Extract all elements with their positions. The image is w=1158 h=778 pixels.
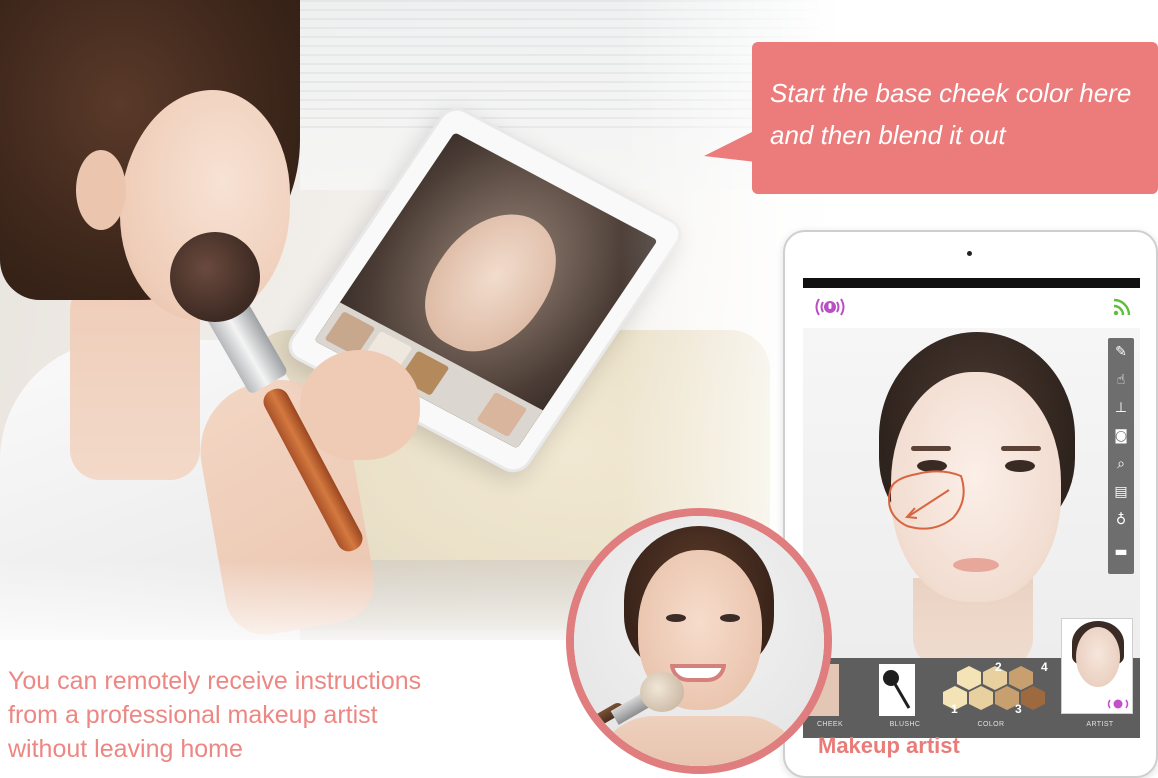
tagline-line: from a professional makeup artist <box>8 701 378 729</box>
woman-ear <box>76 150 126 230</box>
status-bar <box>803 278 1140 288</box>
stamp-icon[interactable]: ⊥ <box>1111 398 1131 418</box>
broadcast-icon[interactable] <box>813 295 847 319</box>
microphone-icon[interactable]: ♁ <box>1111 510 1131 530</box>
swatch-number: 1 <box>951 702 958 716</box>
artist-mic-icon <box>1107 699 1129 709</box>
makeup-artist-caption: Makeup artist <box>818 733 960 758</box>
makeup-circle-photo <box>566 508 832 774</box>
gallery-icon[interactable]: ▤ <box>1111 482 1131 502</box>
hand-icon[interactable]: ☝ <box>1111 370 1131 390</box>
handheld-thumb <box>476 391 528 438</box>
circle-eye <box>666 614 686 622</box>
brush-icon[interactable]: ✎ <box>1111 342 1131 362</box>
tagline: You can remotely receive instructions fr… <box>8 664 588 766</box>
artist-thumbnail[interactable] <box>1061 618 1133 714</box>
camera-icon[interactable]: ◙ <box>1111 426 1131 446</box>
circle-eye <box>720 614 740 622</box>
folder-icon[interactable]: ▬ <box>1111 542 1131 562</box>
cheek-guide-annotation <box>888 470 965 530</box>
ipad-camera <box>967 251 972 256</box>
swatch-number: 4 <box>1041 660 1048 674</box>
label-artist: ARTIST <box>1086 721 1114 728</box>
circle-shoulder <box>594 716 804 766</box>
search-icon[interactable]: ⌕ <box>1111 454 1131 474</box>
tagline-line: without leaving home <box>8 735 243 763</box>
tool-rail: ✎ ☝ ⊥ ◙ ⌕ ▤ ♁ ▬ <box>1108 338 1134 574</box>
rss-icon[interactable] <box>1112 297 1132 317</box>
ipad-screen: ✎ ☝ ⊥ ◙ ⌕ ▤ ♁ ▬ 1 2 3 4 CHEEK BLUSHC COL… <box>803 278 1140 738</box>
woman-hand <box>300 350 420 460</box>
circle-brush-head <box>640 672 684 712</box>
speech-bubble-line: and then blend it out <box>770 120 1006 150</box>
label-blush: BLUSHC <box>889 721 921 728</box>
speech-bubble-line: Start the base cheek color here <box>770 78 1132 108</box>
label-color: COLOR <box>977 721 1005 728</box>
speech-bubble-text: Start the base cheek color here and then… <box>770 72 1150 156</box>
artist-face <box>1076 627 1120 687</box>
model-portrait[interactable] <box>803 328 1140 668</box>
tagline-line: You can remotely receive instructions <box>8 667 422 695</box>
brush-head <box>170 232 260 322</box>
app-top-bar <box>803 288 1140 328</box>
handheld-tablet-face <box>400 193 583 371</box>
blush-brush-thumbnail[interactable] <box>879 664 915 716</box>
speech-bubble-tail <box>704 130 756 162</box>
blush-brush-icon <box>883 670 911 709</box>
swatch-number: 2 <box>995 660 1002 674</box>
swatch-number: 3 <box>1015 702 1022 716</box>
